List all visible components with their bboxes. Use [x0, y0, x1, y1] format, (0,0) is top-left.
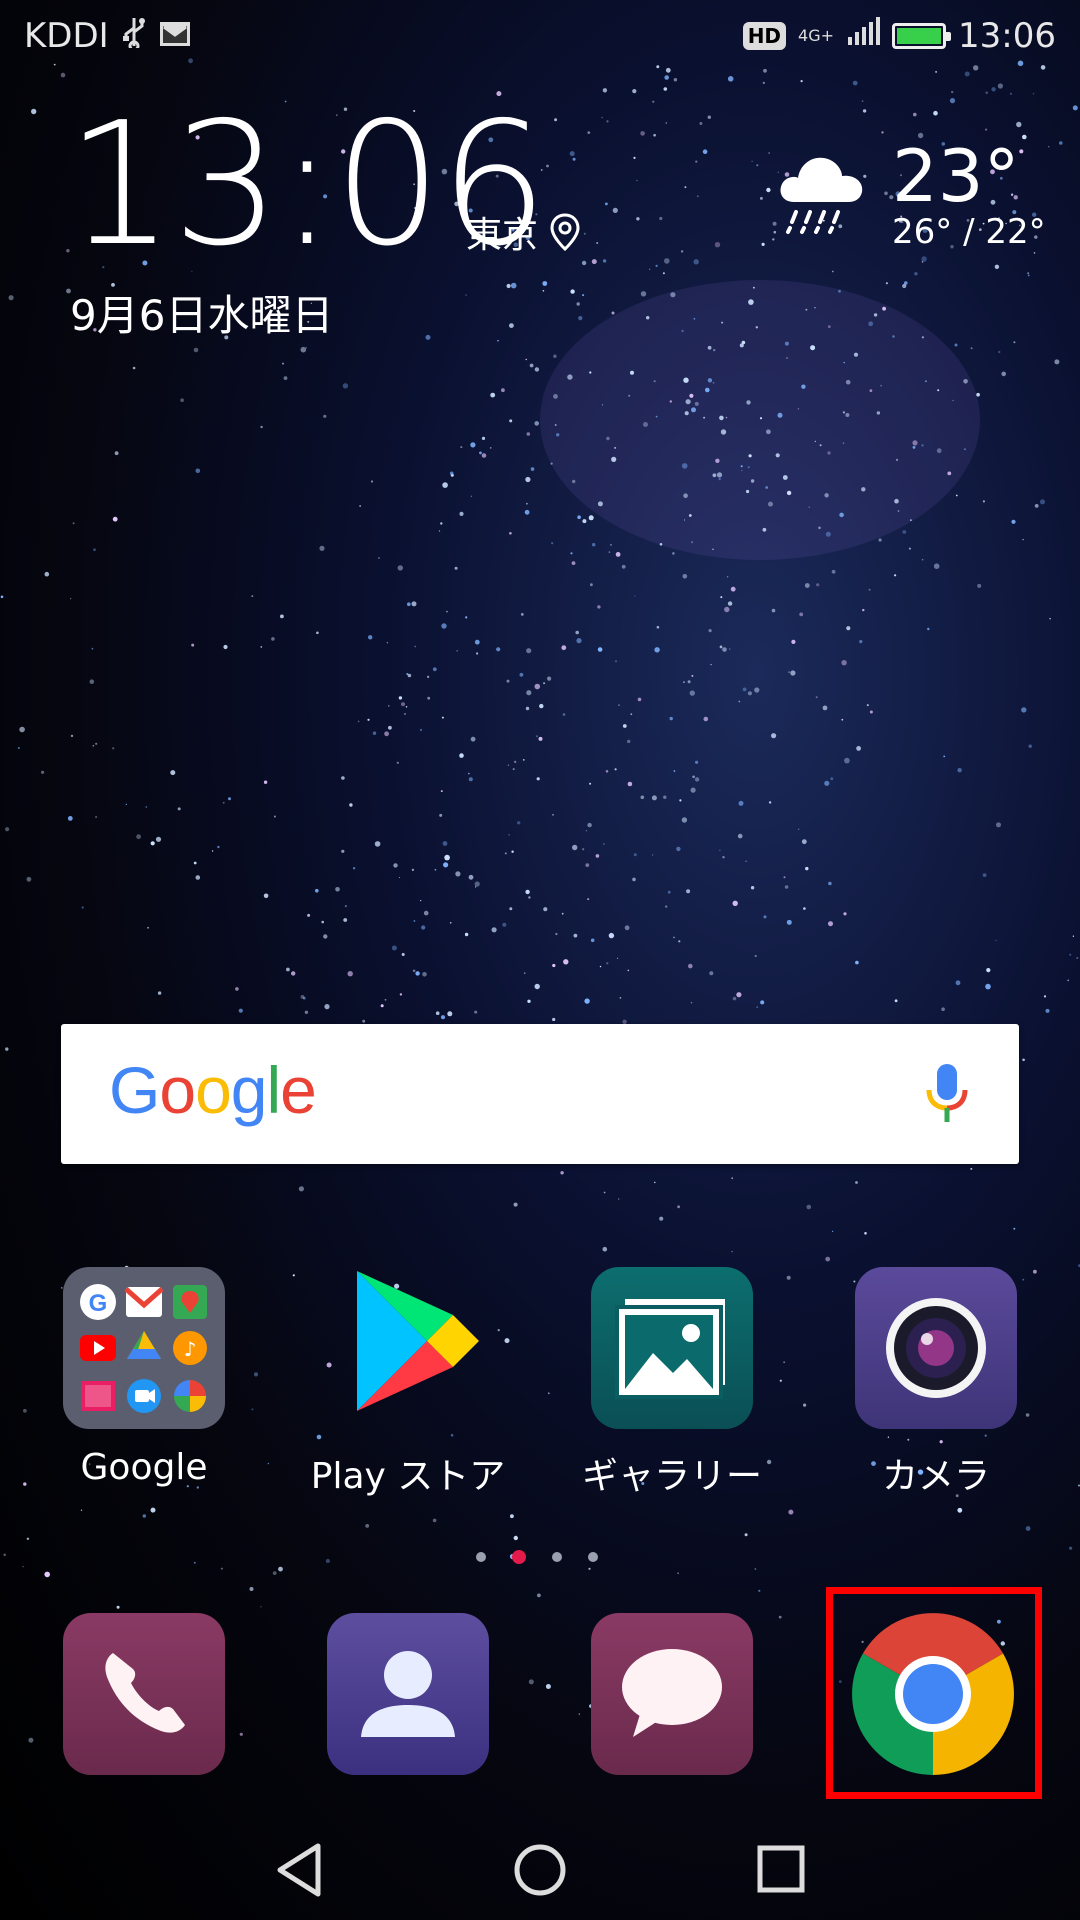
back-icon[interactable]	[274, 1842, 324, 1898]
page-dot[interactable]	[552, 1552, 562, 1562]
page-dot[interactable]	[588, 1552, 598, 1562]
location-pin-icon	[550, 213, 580, 251]
app-play-store[interactable]: Play ストア	[298, 1267, 518, 1499]
play-store-icon	[327, 1267, 489, 1429]
usb-icon	[121, 16, 147, 57]
rain-cloud-icon[interactable]	[774, 146, 870, 242]
google-logo-letter: G	[109, 1053, 160, 1127]
phone-icon[interactable]	[63, 1613, 225, 1775]
messages-icon[interactable]	[591, 1613, 753, 1775]
city-label: 東京	[466, 215, 539, 256]
google-search-bar[interactable]: Google	[61, 1024, 1019, 1164]
app-label: Google	[80, 1447, 208, 1488]
app-label: Play ストア	[310, 1456, 506, 1497]
app-label: ギャラリー	[581, 1456, 762, 1497]
signal-icon	[846, 16, 881, 56]
temperature[interactable]: 23°	[892, 134, 1020, 218]
google-logo-letter: o	[159, 1053, 196, 1127]
svg-text:♪: ♪	[184, 1337, 197, 1361]
network-type: 4G+	[798, 26, 835, 45]
app-google-folder[interactable]: G ♪ Google	[34, 1267, 254, 1488]
carrier-label: KDDI	[24, 16, 109, 56]
battery-charging-icon	[892, 23, 952, 49]
clock-date: 9月6日水曜日	[70, 291, 334, 340]
google-logo: Google	[109, 1052, 317, 1128]
status-time: 13:06	[958, 16, 1056, 56]
app-gallery[interactable]: ギャラリー	[562, 1267, 782, 1499]
camera-icon	[855, 1267, 1017, 1429]
contacts-icon[interactable]	[327, 1613, 489, 1775]
mic-icon[interactable]	[925, 1062, 969, 1130]
recents-icon[interactable]	[756, 1844, 806, 1894]
app-camera[interactable]: カメラ	[826, 1267, 1046, 1499]
app-label: カメラ	[881, 1456, 990, 1497]
temperature-range: 26° / 22°	[892, 212, 1046, 252]
google-logo-letter: o	[195, 1053, 232, 1127]
google-folder-icon: G ♪	[63, 1267, 225, 1429]
clock-city[interactable]: 東京	[466, 206, 580, 258]
page-dot-active[interactable]	[512, 1550, 526, 1564]
google-logo-letter: g	[230, 1053, 268, 1127]
google-logo-letter: e	[280, 1053, 317, 1127]
chrome-highlight-box	[826, 1587, 1042, 1799]
status-bar: KDDI HD 4G+ 13:06	[0, 0, 1080, 72]
gallery-icon	[591, 1267, 753, 1429]
home-icon[interactable]	[512, 1842, 568, 1898]
svg-text:G: G	[89, 1290, 108, 1317]
hd-badge: HD	[742, 22, 787, 50]
google-logo-letter: l	[266, 1053, 282, 1127]
page-dot[interactable]	[476, 1552, 486, 1562]
page-indicator[interactable]	[476, 1550, 598, 1564]
gmail-icon	[159, 16, 191, 56]
navigation-bar	[0, 1820, 1080, 1920]
